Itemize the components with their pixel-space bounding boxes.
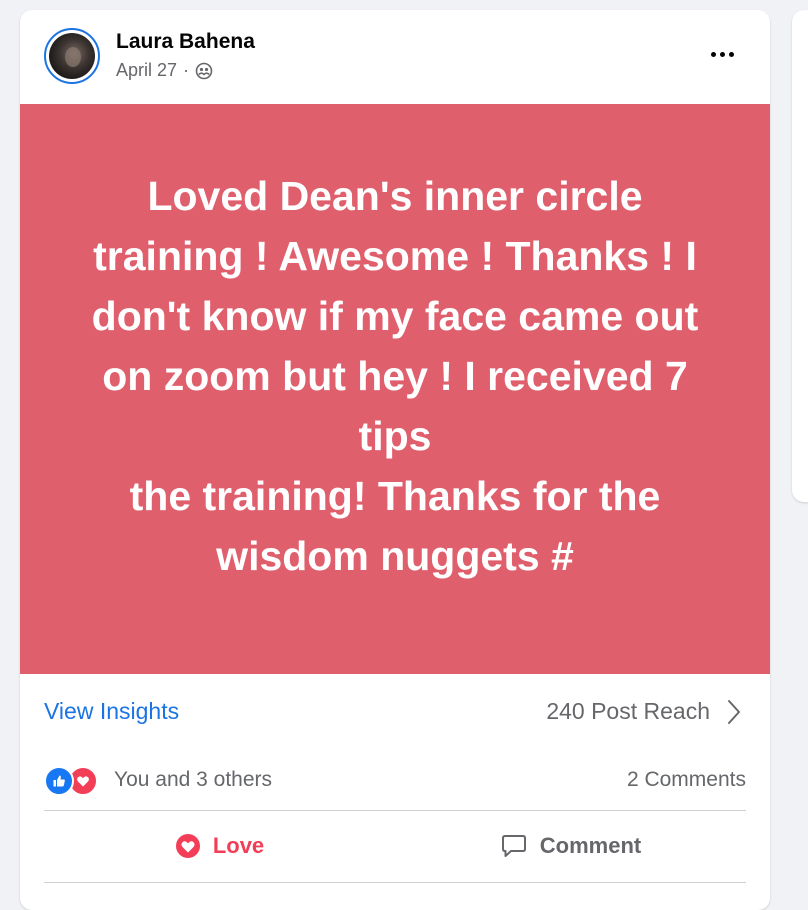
post-text: Loved Dean's inner circle training ! Awe…: [91, 173, 699, 579]
like-icon: [44, 766, 74, 796]
reaction-icons[interactable]: [44, 766, 98, 796]
bottom-divider: [44, 882, 746, 883]
more-options-button[interactable]: [702, 38, 742, 70]
comments-count[interactable]: 2 Comments: [627, 768, 746, 792]
post-date[interactable]: April 27: [116, 60, 177, 81]
comment-button[interactable]: Comment: [395, 816, 746, 876]
love-reaction-icon: [175, 834, 200, 858]
adjacent-card: [792, 10, 808, 502]
more-dot: [719, 51, 725, 57]
comment-label: Comment: [539, 833, 642, 858]
post-reach-label: 240 Post Reach: [546, 698, 710, 724]
avatar-image: [49, 33, 95, 79]
reaction-summary[interactable]: You and 3 others: [114, 768, 272, 792]
post-reach[interactable]: 240 Post Reach: [546, 698, 742, 725]
more-dot: [728, 51, 734, 57]
meta-separator: ·: [183, 60, 190, 80]
author-name[interactable]: Laura Bahena: [116, 30, 255, 54]
love-label: Love: [212, 833, 265, 858]
view-insights-link[interactable]: View Insights: [44, 698, 179, 725]
love-button[interactable]: Love: [44, 816, 395, 876]
insights-row: View Insights 240 Post Reach: [20, 674, 770, 750]
action-bar: Love Comment: [44, 816, 746, 876]
comment-icon: [501, 835, 526, 857]
post-background[interactable]: Loved Dean's inner circle training ! Awe…: [20, 104, 770, 674]
reactions-row: You and 3 others 2 Comments: [44, 760, 746, 800]
post-card: Laura Bahena April 27 · Loved Dean's inn…: [20, 10, 770, 910]
post-meta: April 27 ·: [116, 60, 213, 81]
friends-icon[interactable]: [195, 62, 213, 80]
more-horizontal-icon: [710, 51, 716, 57]
chevron-right-icon: [728, 699, 740, 724]
avatar[interactable]: [44, 28, 100, 84]
post-header: Laura Bahena April 27 ·: [20, 10, 770, 104]
divider: [44, 810, 746, 811]
